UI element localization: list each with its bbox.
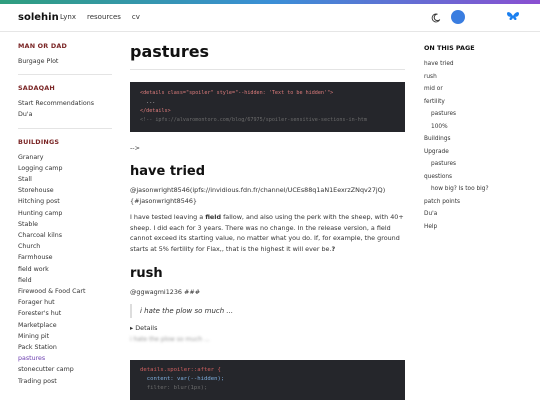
- code-line: filter: blur(1px);: [140, 384, 208, 391]
- sidebar-section-heading: MAN OR DAD: [18, 42, 68, 50]
- left-sidebar: MAN OR DAD Burgage Plot SADAQAH Start Re…: [18, 38, 113, 387]
- table-of-contents: ON THIS PAGE have tried rush mid or fert…: [424, 44, 534, 233]
- paragraph-bold: ?: [331, 244, 336, 253]
- main-content: pastures <details class="spoiler" style=…: [130, 38, 406, 400]
- sidebar-item[interactable]: field work: [18, 264, 113, 275]
- sidebar-item[interactable]: Stall: [18, 174, 113, 185]
- toc-item[interactable]: rush: [424, 71, 534, 84]
- sidebar-item[interactable]: Logging camp: [18, 163, 113, 174]
- toc-item[interactable]: Help: [424, 221, 534, 234]
- sidebar-item[interactable]: Marketplace: [18, 320, 113, 331]
- sidebar-item[interactable]: Storehouse: [18, 185, 113, 196]
- sidebar-divider: [18, 127, 112, 129]
- toc-item[interactable]: Upgrade: [424, 146, 534, 159]
- sidebar-divider: [18, 74, 112, 76]
- toc-item[interactable]: Buildings: [424, 133, 534, 146]
- comment-close-text: -->: [130, 144, 140, 152]
- sidebar-item[interactable]: Church: [18, 241, 113, 252]
- sidebar-item[interactable]: Forager hut: [18, 297, 113, 308]
- sidebar-item[interactable]: Firewood & Food Cart: [18, 286, 113, 297]
- section-heading-have-tried: have tried: [130, 164, 206, 179]
- site-brand[interactable]: solehin: [18, 12, 59, 23]
- sidebar-item[interactable]: Granary: [18, 152, 113, 163]
- sidebar-item[interactable]: Pack Station: [18, 342, 113, 353]
- author-handle: @ggwagmi1236 ###: [130, 288, 201, 296]
- sidebar-item-burgage-plot[interactable]: Burgage Plot: [18, 56, 113, 67]
- toc-item[interactable]: have tried: [424, 58, 534, 71]
- toc-item[interactable]: fertility: [424, 96, 534, 109]
- top-nav: Lynx resources cv: [60, 13, 140, 21]
- nav-link-cv[interactable]: cv: [132, 13, 140, 21]
- code-line: ...: [140, 99, 156, 105]
- moon-icon[interactable]: [431, 13, 441, 23]
- code-line: <!-- ipfs://alvaromontoro.com/blog/67975…: [140, 117, 367, 123]
- sidebar-item[interactable]: Forester's hut: [18, 308, 113, 319]
- spoiler-blurred-text[interactable]: i hate the plow so much ...: [130, 336, 406, 343]
- title-divider: [130, 69, 405, 70]
- code-block-html: <details class="spoiler" style="--hidden…: [130, 82, 405, 132]
- sidebar-item[interactable]: field: [18, 275, 113, 286]
- toc-heading: ON THIS PAGE: [424, 44, 475, 52]
- page-title: pastures: [130, 42, 210, 61]
- nav-link-resources[interactable]: resources: [87, 13, 121, 21]
- sidebar-item[interactable]: Mining pit: [18, 331, 113, 342]
- sidebar-item[interactable]: Hunting camp: [18, 208, 113, 219]
- sidebar-section-heading: BUILDINGS: [18, 137, 60, 146]
- toc-item[interactable]: questions: [424, 171, 534, 184]
- details-label: Details: [135, 323, 158, 332]
- blockquote: i hate the plow so much ...: [130, 303, 406, 318]
- paragraph-bold: field: [205, 213, 222, 221]
- sidebar-item[interactable]: stonecutter camp: [18, 364, 113, 375]
- code-line: content: var(--hidden);: [140, 375, 225, 382]
- sidebar-item[interactable]: Charcoal kilns: [18, 230, 113, 241]
- sidebar-item-active[interactable]: pastures: [18, 353, 113, 364]
- sidebar-item[interactable]: Stable: [18, 219, 113, 230]
- avatar-icon[interactable]: [451, 10, 465, 24]
- sidebar-item-dua[interactable]: Du'a: [18, 109, 113, 120]
- sidebar-section-heading: SADAQAH: [18, 84, 55, 93]
- butterfly-icon[interactable]: [506, 11, 520, 23]
- toc-subitem[interactable]: 100%: [424, 121, 534, 134]
- toc-item[interactable]: patch points: [424, 196, 534, 209]
- section-heading-rush: rush: [130, 266, 163, 281]
- paragraph: I have tested leaving a field fallow, an…: [130, 212, 406, 254]
- author-link[interactable]: @jasonwright8546(ipfs://invidious.fdn.fr…: [130, 185, 406, 206]
- code-line: </details>: [140, 108, 171, 114]
- sidebar-item[interactable]: Trading post: [18, 376, 113, 387]
- toc-subitem[interactable]: how big? Is too big?: [424, 183, 534, 196]
- nav-link-lynx[interactable]: Lynx: [60, 13, 76, 21]
- sidebar-item[interactable]: Hitching post: [18, 196, 113, 207]
- code-line: details.spoiler::after {: [140, 366, 221, 373]
- code-block-css: details.spoiler::after { content: var(--…: [130, 359, 405, 400]
- toc-item[interactable]: Du'a: [424, 208, 534, 221]
- sidebar-buildings-list: Granary Logging camp Stall Storehouse Hi…: [18, 152, 113, 387]
- sidebar-item[interactable]: Farmhouse: [18, 252, 113, 263]
- paragraph-text: I have tested leaving a: [130, 213, 206, 221]
- toc-subitem[interactable]: pastures: [424, 158, 534, 171]
- site-header: solehin Lynx resources cv: [0, 4, 540, 32]
- sidebar-item-start-recommendations[interactable]: Start Recommendations: [18, 98, 113, 109]
- toc-item[interactable]: mid or: [424, 83, 534, 96]
- code-line: <details class="spoiler" style="--hidden…: [140, 90, 334, 96]
- details-toggle[interactable]: ▸ Details: [130, 324, 406, 332]
- toc-subitem[interactable]: pastures: [424, 108, 534, 121]
